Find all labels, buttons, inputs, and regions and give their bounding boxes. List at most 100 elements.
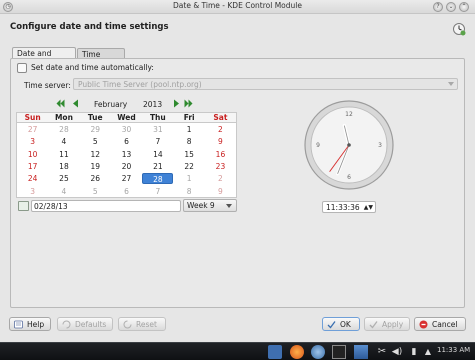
calendar-day[interactable]: 19 — [80, 161, 111, 172]
clock-numeral-12: 12 — [345, 111, 353, 118]
calendar-day[interactable]: 8 — [174, 136, 205, 147]
calendar-day[interactable]: 14 — [142, 149, 173, 160]
calendar-day[interactable]: 1 — [174, 173, 205, 184]
calendar-week-row: 3456789 — [17, 186, 236, 198]
volume-icon[interactable]: ◀) — [390, 345, 404, 359]
calendar-day[interactable]: 6 — [111, 136, 142, 147]
time-input[interactable]: 11:33:36 ▲▼ — [322, 201, 376, 213]
window-title: Date & Time - KDE Control Module — [173, 1, 302, 10]
time-server-select[interactable]: Public Time Server (pool.ntp.org) — [73, 78, 458, 90]
calendar-day[interactable]: 1 — [174, 124, 205, 135]
app-launcher-icon[interactable] — [268, 345, 282, 359]
spinner-arrows-icon[interactable]: ▲▼ — [364, 202, 373, 213]
calendar-day[interactable]: 31 — [142, 124, 173, 135]
weekday-label: Tue — [87, 113, 103, 122]
settings-icon[interactable] — [311, 345, 325, 359]
calendar-week-row: 3456789 — [17, 136, 236, 148]
calendar-day[interactable]: 9 — [205, 186, 236, 197]
apply-button[interactable]: Apply — [364, 317, 410, 331]
year-selector[interactable]: 2013 — [143, 100, 162, 109]
check-icon — [327, 321, 336, 329]
month-selector[interactable]: February — [94, 100, 127, 109]
calendar-day[interactable]: 21 — [142, 161, 173, 172]
calendar-day[interactable]: 30 — [111, 124, 142, 135]
calendar-weekday-header: Sun Mon Tue Wed Thu Fri Sat — [17, 113, 236, 123]
calendar-week-row: 27 28 29 30 31 1 2 — [17, 124, 236, 136]
taskbar-clock[interactable]: 11:33 AM — [437, 346, 470, 354]
help-window-icon[interactable]: ? — [433, 2, 443, 12]
time-server-value: Public Time Server (pool.ntp.org) — [78, 80, 202, 89]
battery-icon[interactable]: ▮ — [407, 345, 421, 359]
calendar-day[interactable]: 18 — [48, 161, 79, 172]
calendar-day[interactable]: 22 — [174, 161, 205, 172]
next-year-button[interactable] — [184, 99, 193, 108]
calendar-day[interactable]: 3 — [17, 186, 48, 197]
clock-numeral-3: 3 — [378, 142, 382, 149]
auto-time-label[interactable]: Set date and time automatically: — [31, 63, 154, 72]
calendar-day[interactable]: 6 — [111, 186, 142, 197]
screen-icon[interactable] — [354, 345, 368, 359]
calendar-day[interactable]: 17 — [17, 161, 48, 172]
calendar-day[interactable]: 9 — [205, 136, 236, 147]
weekday-label: Thu — [149, 113, 166, 122]
calendar-today-icon[interactable] — [18, 201, 29, 211]
weekday-label: Sat — [213, 113, 228, 122]
next-month-button[interactable] — [172, 99, 181, 108]
calendar-day[interactable]: 3 — [17, 136, 48, 147]
calendar-day[interactable]: 7 — [142, 136, 173, 147]
clock-settings-icon — [453, 23, 466, 36]
apply-button-label: Apply — [382, 320, 404, 329]
help-button[interactable]: Help — [9, 317, 51, 331]
calendar-day[interactable]: 4 — [48, 136, 79, 147]
auto-time-checkbox[interactable] — [17, 63, 27, 73]
calendar-day[interactable]: 25 — [48, 173, 79, 184]
time-input-value: 11:33:36 — [326, 203, 360, 212]
calendar-day[interactable]: 5 — [80, 136, 111, 147]
title-bar[interactable]: ◷ Date & Time - KDE Control Module ? ⌄ ⌃ — [0, 0, 475, 14]
scissors-icon[interactable]: ✂ — [375, 345, 389, 359]
previous-year-button[interactable] — [56, 99, 65, 108]
calendar-day[interactable]: 10 — [17, 149, 48, 160]
cancel-button[interactable]: Cancel — [414, 317, 466, 331]
calendar-grid: Sun Mon Tue Wed Thu Fri Sat 27 28 29 30 31 1 2… — [16, 112, 237, 198]
calendar-day[interactable]: 28 — [48, 124, 79, 135]
calendar-day[interactable]: 2 — [205, 173, 236, 184]
week-select[interactable]: Week 9 — [183, 199, 237, 212]
calendar-day[interactable]: 29 — [80, 124, 111, 135]
calendar-day[interactable]: 15 — [174, 149, 205, 160]
maximize-icon[interactable]: ⌃ — [459, 2, 469, 12]
date-input[interactable]: 02/28/13 — [31, 200, 181, 212]
previous-month-button[interactable] — [71, 99, 80, 108]
calendar-day[interactable]: 13 — [111, 149, 142, 160]
calendar-week-row: 10 11 12 13 14 15 16 — [17, 149, 236, 161]
chevron-down-icon — [448, 82, 454, 86]
terminal-icon[interactable] — [332, 345, 346, 359]
calendar-day[interactable]: 5 — [80, 186, 111, 197]
calendar-day[interactable]: 4 — [48, 186, 79, 197]
calendar-day[interactable]: 28 — [142, 173, 174, 185]
calendar-day[interactable]: 2 — [205, 124, 236, 135]
calendar-day[interactable]: 7 — [142, 186, 173, 197]
calendar-day[interactable]: 27 — [17, 124, 48, 135]
network-icon[interactable]: ▲ — [421, 345, 435, 359]
reset-button[interactable]: Reset — [118, 317, 166, 331]
minimize-icon[interactable]: ⌄ — [446, 2, 456, 12]
calendar-day[interactable]: 27 — [111, 173, 142, 184]
ok-button[interactable]: OK — [322, 317, 360, 331]
calendar-day[interactable]: 16 — [205, 149, 236, 160]
calendar-day[interactable]: 23 — [205, 161, 236, 172]
defaults-button[interactable]: Defaults — [57, 317, 113, 331]
calendar-day[interactable]: 26 — [80, 173, 111, 184]
defaults-icon — [62, 320, 71, 329]
calendar-day[interactable]: 11 — [48, 149, 79, 160]
check-icon — [369, 321, 378, 329]
firefox-icon[interactable] — [290, 345, 304, 359]
weekday-label: Wed — [117, 113, 136, 122]
calendar-day[interactable]: 20 — [111, 161, 142, 172]
time-server-label: Time server: — [24, 81, 71, 90]
calendar-day[interactable]: 8 — [174, 186, 205, 197]
calendar-day[interactable]: 12 — [80, 149, 111, 160]
cancel-button-label: Cancel — [432, 320, 458, 329]
help-button-label: Help — [27, 320, 45, 329]
calendar-day[interactable]: 24 — [17, 173, 48, 184]
